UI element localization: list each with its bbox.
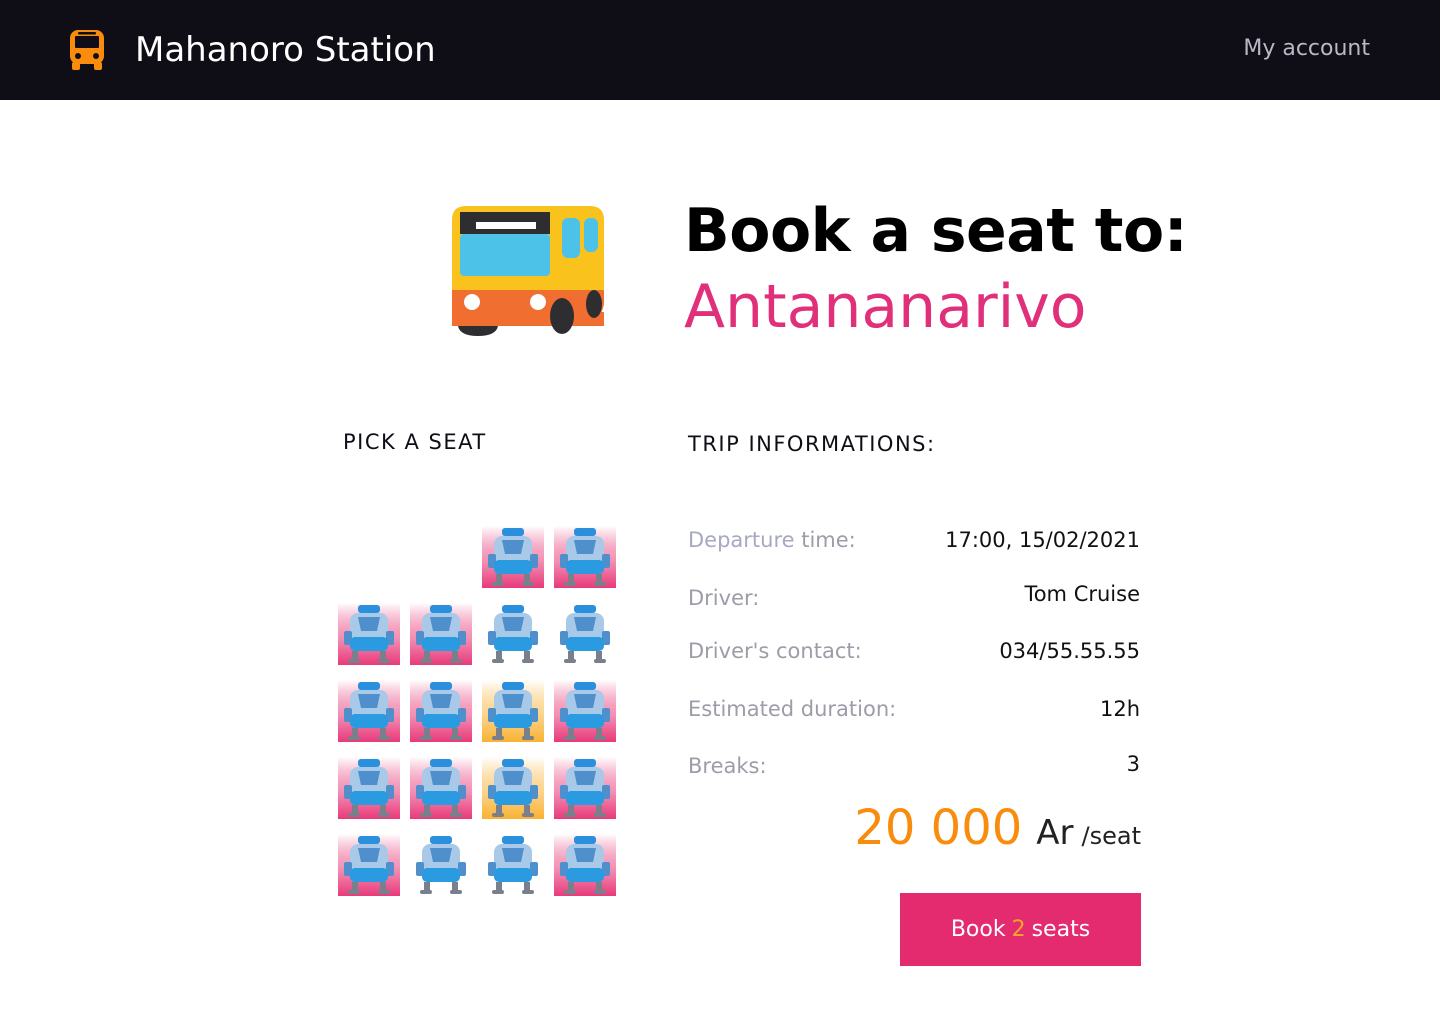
bus-icon [70, 30, 104, 70]
price: 20 000 Ar /seat [854, 800, 1141, 856]
contact-row: Driver's contact: 034/55.55.55 [688, 639, 1140, 669]
price-currency: Ar [1036, 813, 1074, 853]
seat-icon [554, 680, 616, 742]
breaks-value: 3 [1126, 752, 1140, 776]
brand[interactable]: Mahanoro Station [68, 28, 436, 72]
departure-value: 17:00, 15/02/2021 [945, 528, 1140, 552]
bus-icon [452, 206, 604, 336]
seat-booked[interactable] [482, 526, 544, 588]
seat-icon [338, 834, 400, 896]
seat-available[interactable] [554, 603, 616, 665]
seat-available[interactable] [482, 834, 544, 896]
driver-label: Driver: [688, 586, 760, 610]
book-seat-count: 2 [1011, 917, 1026, 942]
seat-icon [554, 834, 616, 896]
seat-available[interactable] [482, 603, 544, 665]
duration-row: Estimated duration: 12h [688, 697, 1140, 727]
contact-label: Driver's contact: [688, 639, 862, 663]
seat-booked[interactable] [554, 834, 616, 896]
seat-icon [482, 680, 544, 742]
book-button-suffix: seats [1031, 917, 1091, 942]
seat-booked[interactable] [554, 680, 616, 742]
seat-icon [560, 605, 610, 663]
destination-name: Antananarivo [684, 272, 1087, 342]
book-seats-button[interactable]: Book 2 seats [900, 893, 1141, 966]
seat-booked[interactable] [338, 680, 400, 742]
price-amount: 20 000 [854, 800, 1023, 856]
departure-label: Departure time: [688, 528, 856, 552]
top-bar: Mahanoro Station My account [0, 0, 1440, 100]
contact-value: 034/55.55.55 [999, 639, 1140, 663]
seat-icon [410, 680, 472, 742]
seat-selected[interactable] [482, 757, 544, 819]
book-button-prefix: Book [950, 917, 1006, 942]
page-title: Book a seat to: [684, 196, 1188, 266]
departure-row: Departure time: 17:00, 15/02/2021 [688, 528, 1140, 558]
seat-icon [410, 603, 472, 665]
seat-icon [482, 757, 544, 819]
brand-name: Mahanoro Station [135, 30, 436, 70]
seat-booked[interactable] [410, 680, 472, 742]
driver-row: Driver: Tom Cruise [688, 582, 1140, 612]
seat-booked[interactable] [554, 526, 616, 588]
seat-icon [410, 757, 472, 819]
seat-icon [338, 603, 400, 665]
seat-icon [416, 836, 466, 894]
breaks-row: Breaks: 3 [688, 752, 1140, 782]
duration-value: 12h [1099, 697, 1140, 721]
seat-icon [338, 680, 400, 742]
seat-booked[interactable] [338, 834, 400, 896]
seat-booked[interactable] [338, 757, 400, 819]
seat-icon [488, 836, 538, 894]
trip-info-heading: TRIP INFORMATIONS: [688, 432, 936, 456]
breaks-label: Breaks: [688, 754, 767, 778]
seat-booked[interactable] [410, 757, 472, 819]
driver-value: Tom Cruise [1024, 582, 1140, 606]
duration-label: Estimated duration: [688, 697, 897, 721]
seat-booked[interactable] [554, 757, 616, 819]
seat-icon [482, 526, 544, 588]
seat-selected[interactable] [482, 680, 544, 742]
seat-grid [338, 526, 620, 898]
seat-booked[interactable] [410, 603, 472, 665]
seat-icon [554, 526, 616, 588]
pick-seat-heading: PICK A SEAT [343, 430, 487, 454]
seat-available[interactable] [410, 834, 472, 896]
price-unit: /seat [1081, 822, 1141, 850]
seat-icon [554, 757, 616, 819]
seat-icon [338, 757, 400, 819]
seat-icon [488, 605, 538, 663]
my-account-link[interactable]: My account [1243, 36, 1370, 61]
seat-booked[interactable] [338, 603, 400, 665]
